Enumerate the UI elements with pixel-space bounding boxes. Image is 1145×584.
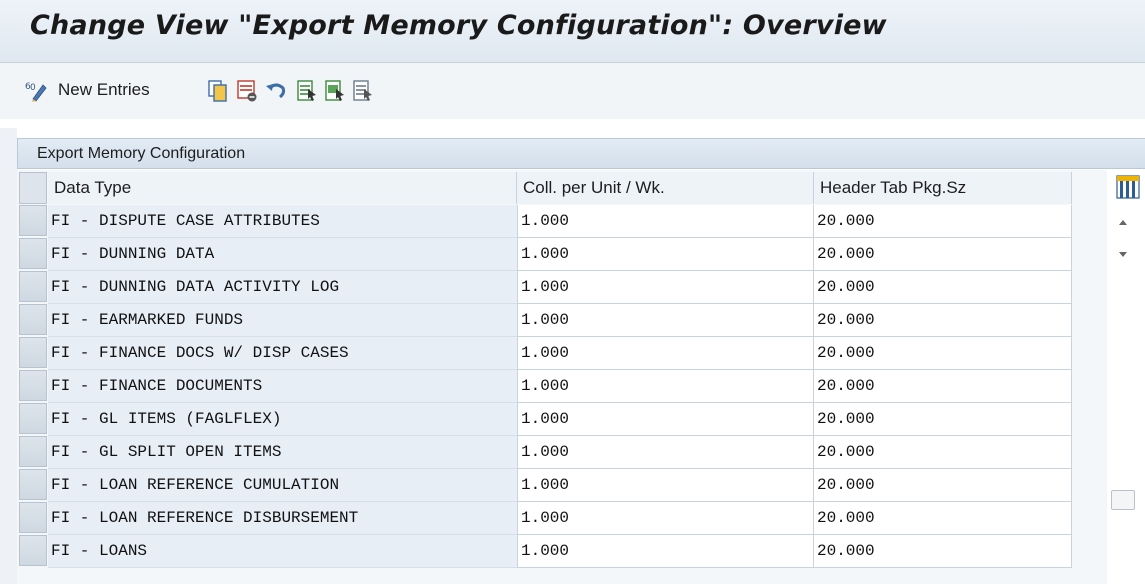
select-all-rows-button[interactable] — [19, 172, 47, 204]
cell-data-type: FI - FINANCE DOCS W/ DISP CASES — [48, 337, 536, 370]
row-selector[interactable] — [19, 238, 47, 269]
application-toolbar: 6 0 New Entries — [0, 63, 1145, 119]
column-header-coll-per-unit[interactable]: Coll. per Unit / Wk. — [517, 172, 814, 204]
undo-icon[interactable] — [264, 79, 288, 103]
column-header-data-type[interactable]: Data Type — [48, 172, 517, 204]
panel-title: Export Memory Configuration — [37, 145, 246, 162]
row-selector[interactable] — [19, 205, 47, 236]
cell-data-type: FI - DISPUTE CASE ATTRIBUTES — [48, 205, 536, 238]
panel-header: Export Memory Configuration — [17, 138, 1145, 169]
cell-header-tab-pkg-sz-input[interactable]: 20.000 — [814, 205, 1072, 238]
cell-header-tab-pkg-sz-input[interactable]: 20.000 — [814, 238, 1072, 271]
select-all-icon[interactable] — [296, 79, 318, 103]
cell-coll-per-unit-input[interactable]: 1.000 — [517, 337, 814, 370]
cell-data-type: FI - LOAN REFERENCE DISBURSEMENT — [48, 502, 536, 535]
row-selector[interactable] — [19, 337, 47, 368]
row-selector[interactable] — [19, 304, 47, 335]
row-selector[interactable] — [19, 370, 47, 401]
cell-header-tab-pkg-sz-input[interactable]: 20.000 — [814, 337, 1072, 370]
row-selector[interactable] — [19, 502, 47, 533]
cell-coll-per-unit-input[interactable]: 1.000 — [517, 502, 814, 535]
svg-text:0: 0 — [30, 83, 36, 93]
cell-data-type: FI - GL ITEMS (FAGLFLEX) — [48, 403, 536, 436]
row-selector[interactable] — [19, 436, 47, 467]
cell-header-tab-pkg-sz-input[interactable]: 20.000 — [814, 535, 1072, 568]
cell-coll-per-unit-input[interactable]: 1.000 — [517, 205, 814, 238]
row-selector[interactable] — [19, 403, 47, 434]
left-margin — [0, 128, 17, 584]
cell-data-type: FI - DUNNING DATA — [48, 238, 536, 271]
cell-coll-per-unit-input[interactable]: 1.000 — [517, 403, 814, 436]
cell-data-type: FI - GL SPLIT OPEN ITEMS — [48, 436, 536, 469]
row-selector[interactable] — [19, 469, 47, 500]
cell-coll-per-unit-input[interactable]: 1.000 — [517, 436, 814, 469]
cell-header-tab-pkg-sz-input[interactable]: 20.000 — [814, 502, 1072, 535]
column-header-header-tab-pkg-sz[interactable]: Header Tab Pkg.Sz — [814, 172, 1072, 204]
cell-coll-per-unit-input[interactable]: 1.000 — [517, 271, 814, 304]
cell-data-type: FI - LOANS — [48, 535, 536, 568]
cell-coll-per-unit-input[interactable]: 1.000 — [517, 238, 814, 271]
row-selector[interactable] — [19, 271, 47, 302]
cell-data-type: FI - FINANCE DOCUMENTS — [48, 370, 536, 403]
title-bar: Change View "Export Memory Configuration… — [0, 0, 1145, 63]
cell-data-type: FI - DUNNING DATA ACTIVITY LOG — [48, 271, 536, 304]
new-entries-button[interactable]: New Entries — [58, 80, 150, 100]
cell-data-type: FI - LOAN REFERENCE CUMULATION — [48, 469, 536, 502]
cell-header-tab-pkg-sz-input[interactable]: 20.000 — [814, 403, 1072, 436]
delete-icon[interactable] — [236, 79, 258, 103]
cell-coll-per-unit-input[interactable]: 1.000 — [517, 304, 814, 337]
cell-coll-per-unit-input[interactable]: 1.000 — [517, 469, 814, 502]
page-title: Change View "Export Memory Configuration… — [30, 10, 887, 41]
cell-coll-per-unit-input[interactable]: 1.000 — [517, 535, 814, 568]
scroll-down-icon[interactable] — [1115, 246, 1131, 262]
vertical-scrollbar[interactable] — [1110, 204, 1136, 584]
row-selector[interactable] — [19, 535, 47, 566]
display-change-icon[interactable]: 6 0 — [25, 79, 49, 103]
cell-coll-per-unit-input[interactable]: 1.000 — [517, 370, 814, 403]
scroll-up-icon[interactable] — [1115, 214, 1131, 230]
cell-header-tab-pkg-sz-input[interactable]: 20.000 — [814, 370, 1072, 403]
cell-header-tab-pkg-sz-input[interactable]: 20.000 — [814, 436, 1072, 469]
deselect-all-icon[interactable] — [352, 79, 374, 103]
select-block-icon[interactable] — [324, 79, 346, 103]
cell-header-tab-pkg-sz-input[interactable]: 20.000 — [814, 271, 1072, 304]
copy-icon[interactable] — [207, 79, 229, 103]
cell-data-type: FI - EARMARKED FUNDS — [48, 304, 536, 337]
cell-header-tab-pkg-sz-input[interactable]: 20.000 — [814, 469, 1072, 502]
table-settings-icon[interactable] — [1114, 173, 1142, 201]
cell-header-tab-pkg-sz-input[interactable]: 20.000 — [814, 304, 1072, 337]
scroll-thumb[interactable] — [1111, 490, 1135, 510]
